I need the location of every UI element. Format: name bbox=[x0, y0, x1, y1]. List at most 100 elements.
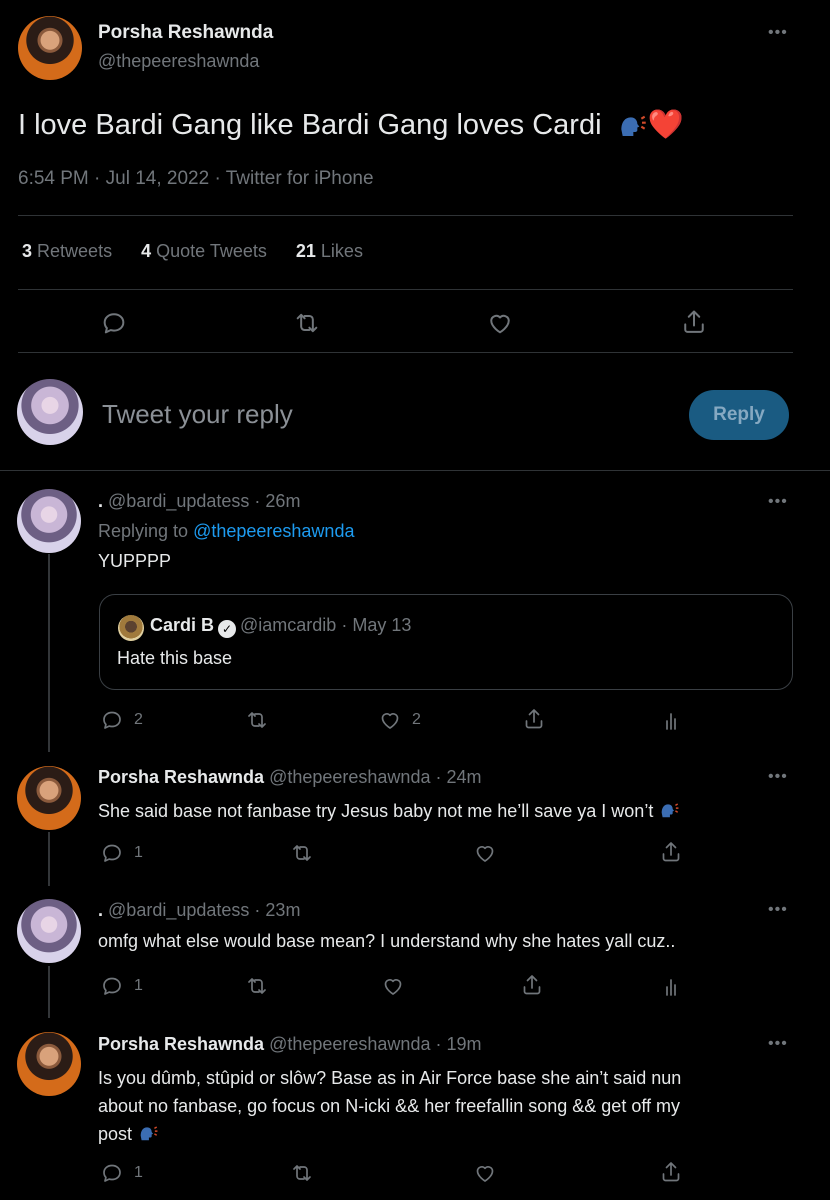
reply-count: 2 bbox=[134, 711, 143, 728]
replying-to: Replying to @thepeereshawnda bbox=[98, 521, 354, 542]
reply-text-line-last: post bbox=[98, 1120, 681, 1148]
reply-input[interactable]: Tweet your reply bbox=[102, 399, 293, 430]
reply-icon[interactable]: 1 bbox=[100, 974, 143, 998]
retweets-stat[interactable]: 3 Retweets bbox=[22, 241, 112, 261]
verified-badge-icon: ✓ bbox=[218, 620, 237, 638]
like-icon[interactable] bbox=[473, 1161, 497, 1185]
reply-avatar[interactable] bbox=[17, 1032, 81, 1096]
reply-count: 1 bbox=[134, 1164, 143, 1181]
quoted-author-handle: @iamcardib bbox=[240, 615, 337, 635]
retweet-icon[interactable] bbox=[245, 708, 269, 732]
reply-icon[interactable]: 2 bbox=[100, 708, 143, 732]
quoted-text: Hate this base bbox=[117, 648, 233, 668]
reply-text-block: Is you dûmb, stûpid or slôw? Base as in … bbox=[98, 1064, 681, 1148]
reply-author-name[interactable]: Porsha Reshawnda bbox=[98, 767, 264, 787]
reply-icon[interactable] bbox=[100, 309, 128, 337]
reply-count: 1 bbox=[134, 844, 143, 861]
reply-author-handle[interactable]: @thepeereshawnda bbox=[269, 1034, 430, 1054]
divider bbox=[18, 289, 793, 290]
more-options-icon[interactable]: ••• bbox=[768, 901, 788, 919]
analytics-icon[interactable] bbox=[659, 709, 683, 733]
like-icon[interactable]: 2 bbox=[378, 708, 421, 732]
reply-button-label: Reply bbox=[713, 404, 765, 425]
reply-header: . @bardi_updatess · 23m bbox=[98, 900, 300, 921]
reply-author-handle[interactable]: @bardi_updatess bbox=[108, 491, 249, 511]
speaking-head-emoji-icon bbox=[616, 108, 648, 140]
quotes-label: Quote Tweets bbox=[156, 241, 267, 261]
retweet-icon[interactable] bbox=[290, 1161, 314, 1185]
reply-text-line: about no fanbase, go focus on N-icki && … bbox=[98, 1096, 681, 1116]
reply-avatar[interactable] bbox=[17, 766, 81, 830]
retweets-count: 3 bbox=[22, 241, 33, 261]
reply-time[interactable]: · 26m bbox=[254, 491, 300, 511]
quotes-stat[interactable]: 4 Quote Tweets bbox=[141, 241, 267, 261]
more-options-icon[interactable]: ••• bbox=[768, 24, 788, 42]
author-name[interactable]: Porsha Reshawnda bbox=[98, 22, 273, 44]
author-avatar[interactable] bbox=[18, 16, 82, 80]
share-icon[interactable] bbox=[520, 973, 544, 997]
replying-to-label: Replying to bbox=[98, 521, 189, 541]
divider bbox=[0, 470, 830, 471]
likes-label: Likes bbox=[320, 241, 363, 261]
reply-author-handle[interactable]: @bardi_updatess bbox=[108, 900, 249, 920]
speaking-head-emoji-icon bbox=[658, 798, 680, 820]
reply-author-name[interactable]: . bbox=[98, 491, 103, 511]
reply-text-line: Is you dûmb, stûpid or slôw? Base as in … bbox=[98, 1068, 682, 1088]
reply-icon[interactable]: 1 bbox=[100, 841, 143, 865]
analytics-icon[interactable] bbox=[659, 975, 683, 999]
reply-time[interactable]: · 23m bbox=[254, 900, 300, 920]
reply-text: YUPPPP bbox=[98, 551, 172, 571]
engagement-stats: 3 Retweets 4 Quote Tweets 21 Likes bbox=[22, 241, 363, 262]
reply-time[interactable]: · 19m bbox=[435, 1034, 481, 1054]
reply-icon[interactable]: 1 bbox=[100, 1161, 143, 1185]
reply-author-handle[interactable]: @thepeereshawnda bbox=[269, 767, 430, 787]
tweet-text: I love Bardi Gang like Bardi Gang loves … bbox=[18, 109, 602, 141]
share-icon[interactable] bbox=[522, 707, 546, 731]
my-avatar[interactable] bbox=[17, 379, 83, 445]
reply-count: 1 bbox=[134, 977, 143, 994]
share-icon[interactable] bbox=[680, 308, 708, 336]
reply-header: Porsha Reshawnda @thepeereshawnda · 24m bbox=[98, 767, 482, 788]
quoted-tweet[interactable]: Cardi B ✓ @iamcardib · May 13 Hate this ba… bbox=[99, 594, 793, 690]
quotes-count: 4 bbox=[141, 241, 152, 261]
tweet-meta[interactable]: 6:54 PM · Jul 14, 2022 · Twitter for iPh… bbox=[18, 168, 374, 190]
like-icon[interactable] bbox=[381, 974, 405, 998]
reply-time[interactable]: · 24m bbox=[435, 767, 481, 787]
retweet-icon[interactable] bbox=[293, 309, 321, 337]
more-options-icon[interactable]: ••• bbox=[768, 493, 788, 511]
reply-author-name[interactable]: . bbox=[98, 900, 103, 920]
reply-text-line: post bbox=[98, 1124, 133, 1144]
like-count: 2 bbox=[412, 711, 421, 728]
reply-text: She said base not fanbase try Jesus baby… bbox=[98, 801, 654, 821]
reply-avatar[interactable] bbox=[17, 899, 81, 963]
reply-text-row: She said base not fanbase try Jesus baby… bbox=[98, 798, 680, 822]
likes-count: 21 bbox=[295, 241, 316, 261]
reply-header: . @bardi_updatess · 26m bbox=[98, 491, 300, 512]
like-icon[interactable] bbox=[473, 841, 497, 865]
quoted-avatar bbox=[118, 615, 144, 641]
like-icon[interactable] bbox=[486, 309, 514, 337]
speaking-head-emoji-icon bbox=[137, 1121, 159, 1143]
reply-text: omfg what else would base mean? I unders… bbox=[98, 931, 676, 951]
reply-avatar[interactable] bbox=[17, 489, 81, 553]
more-options-icon[interactable]: ••• bbox=[768, 1035, 788, 1053]
thread-line bbox=[48, 832, 50, 886]
quoted-author-name: Cardi B bbox=[150, 615, 215, 635]
quoted-time: · May 13 bbox=[341, 615, 412, 635]
reply-author-name[interactable]: Porsha Reshawnda bbox=[98, 1034, 264, 1054]
heart-emoji-icon: ❤️ bbox=[647, 109, 684, 141]
likes-stat[interactable]: 21 Likes bbox=[296, 241, 363, 261]
author-handle[interactable]: @thepeereshawnda bbox=[98, 51, 259, 72]
replying-to-handle[interactable]: @thepeereshawnda bbox=[193, 521, 354, 541]
share-icon[interactable] bbox=[659, 840, 683, 864]
share-icon[interactable] bbox=[659, 1160, 683, 1184]
retweet-icon[interactable] bbox=[290, 841, 314, 865]
quoted-header: Cardi B ✓ @iamcardib · May 13 bbox=[150, 615, 411, 638]
tweet-text-row: I love Bardi Gang like Bardi Gang loves … bbox=[18, 108, 684, 142]
more-options-icon[interactable]: ••• bbox=[768, 768, 788, 786]
reply-button[interactable]: Reply bbox=[689, 390, 789, 440]
thread-line bbox=[48, 554, 50, 752]
reply-header: Porsha Reshawnda @thepeereshawnda · 19m bbox=[98, 1034, 482, 1055]
retweet-icon[interactable] bbox=[245, 974, 269, 998]
retweets-label: Retweets bbox=[37, 241, 113, 261]
